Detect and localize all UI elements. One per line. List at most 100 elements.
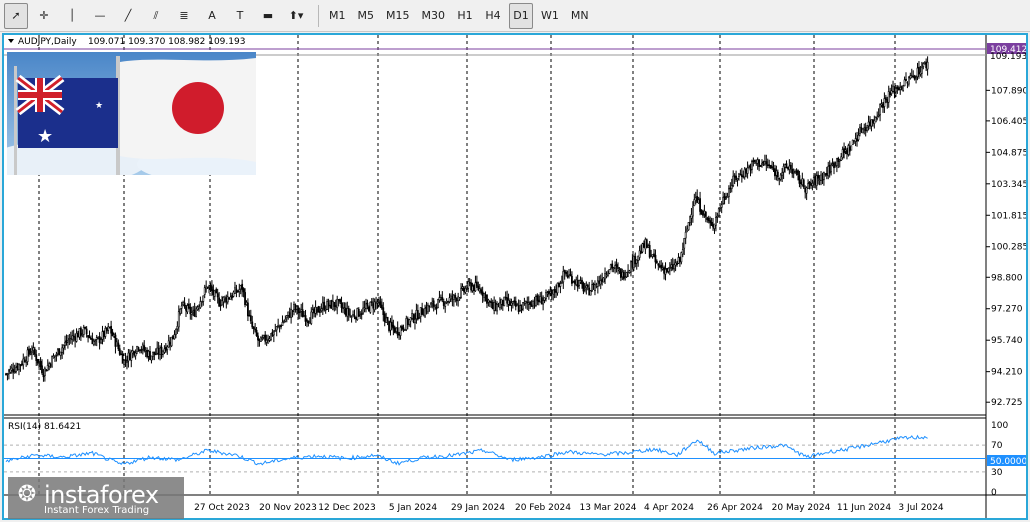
timeframe-w1[interactable]: W1 [537, 3, 563, 29]
candle-body [149, 351, 151, 360]
candle-body [445, 300, 448, 303]
crosshair-tool[interactable]: ✛ [32, 3, 56, 29]
candle-body [146, 350, 149, 358]
candle-body [223, 296, 226, 300]
candle-body [896, 87, 899, 89]
cursor-tool[interactable]: ➚ [4, 2, 28, 29]
timeframe-m5[interactable]: M5 [354, 3, 379, 29]
candle-body [524, 301, 527, 304]
candle-body [460, 288, 462, 298]
candle-body [559, 283, 562, 287]
candle-body [67, 340, 69, 343]
candle-body [45, 369, 48, 372]
candle-body [825, 173, 828, 176]
candle-body [674, 262, 677, 266]
candle-body [578, 280, 581, 287]
candle-body [535, 296, 537, 306]
candle-body [64, 341, 66, 346]
candle-body [68, 338, 71, 340]
candle-body [637, 255, 640, 261]
candle-body [13, 371, 16, 373]
candle-body [259, 336, 262, 342]
candle-body [190, 312, 193, 315]
price-tick-label: 106.405 [991, 117, 1026, 127]
candle-body [622, 271, 625, 279]
time-tick-label: 12 Dec 2023 [318, 503, 376, 513]
time-tick-label: 4 Apr 2024 [644, 503, 694, 513]
candle-body [402, 327, 405, 330]
timeframe-m1[interactable]: M1 [325, 3, 350, 29]
candle-body [859, 126, 861, 135]
text-tool[interactable]: A [200, 3, 224, 29]
candle-body [588, 287, 591, 296]
timeframe-m15[interactable]: M15 [382, 3, 414, 29]
horizontal-line-tool[interactable]: — [88, 3, 112, 29]
candle-body [745, 168, 748, 174]
candle-body [340, 302, 343, 308]
candle-body [602, 277, 605, 283]
candle-body [738, 173, 740, 178]
candle-body [438, 297, 441, 301]
candle-body [713, 223, 716, 229]
time-tick-label: 13 Mar 2024 [579, 503, 636, 513]
candle-body [35, 354, 38, 361]
candle-body [255, 329, 258, 336]
fibonacci-tool[interactable]: ≣ [172, 3, 196, 29]
candle-body [715, 217, 717, 226]
candle-body [609, 264, 612, 269]
candle-body [556, 282, 559, 294]
candle-body [581, 279, 583, 285]
vertical-line-tool[interactable]: │ [60, 3, 84, 29]
candle-body [347, 308, 350, 316]
candle-body [909, 75, 912, 79]
candle-body [599, 280, 602, 285]
candle-body [549, 291, 552, 294]
candle-body [474, 282, 477, 292]
candle-body [529, 301, 532, 305]
candle-body [461, 286, 464, 289]
timeframe-m30[interactable]: M30 [418, 3, 450, 29]
candle-body [162, 350, 164, 355]
equidistant-channel-tool[interactable]: ⫽ [144, 3, 168, 29]
candle-body [447, 301, 449, 303]
candle-body [689, 216, 691, 223]
rsi-tick-label: 100 [991, 421, 1008, 431]
price-tick-label: 95.740 [991, 336, 1023, 346]
candle-body [77, 332, 79, 338]
timeframe-h4[interactable]: H4 [481, 3, 505, 29]
candle-body [831, 163, 834, 165]
arrows-tool[interactable]: ⬆▾ [284, 3, 308, 29]
candle-body [729, 187, 732, 190]
rsi-tick-label: 0 [991, 488, 997, 498]
candle-body [555, 290, 557, 293]
rectangle-tool[interactable]: ▬ [256, 3, 280, 29]
candle-body [810, 184, 812, 186]
timeframe-mn[interactable]: MN [567, 3, 593, 29]
candle-body [530, 304, 533, 307]
timeframe-h1[interactable]: H1 [453, 3, 477, 29]
timeframe-d1[interactable]: D1 [509, 2, 533, 29]
chart-window[interactable]: 107.890 106.405 104.875 103.345 101.815 100.2… [2, 33, 1028, 520]
candle-body [517, 305, 520, 312]
candle-body [526, 301, 529, 304]
text-label-tool[interactable]: T [228, 3, 252, 29]
candle-body [139, 349, 141, 352]
candle-body [310, 311, 313, 324]
candle-body [794, 171, 797, 174]
candle-body [897, 87, 900, 91]
candle-body [287, 311, 290, 316]
candle-body [680, 252, 683, 263]
candle-body [196, 306, 199, 310]
candle-body [448, 297, 451, 302]
candle-body [346, 308, 349, 317]
candle-body [550, 289, 553, 294]
candle-body [124, 359, 127, 362]
candle-body [478, 288, 481, 292]
candle-body [686, 228, 689, 232]
time-tick-label: 26 Apr 2024 [707, 503, 763, 513]
candle-body [631, 260, 634, 268]
candle-body [357, 309, 360, 317]
candle-body [203, 287, 206, 295]
candle-body [838, 159, 841, 162]
trendline-tool[interactable]: ╱ [116, 3, 140, 29]
